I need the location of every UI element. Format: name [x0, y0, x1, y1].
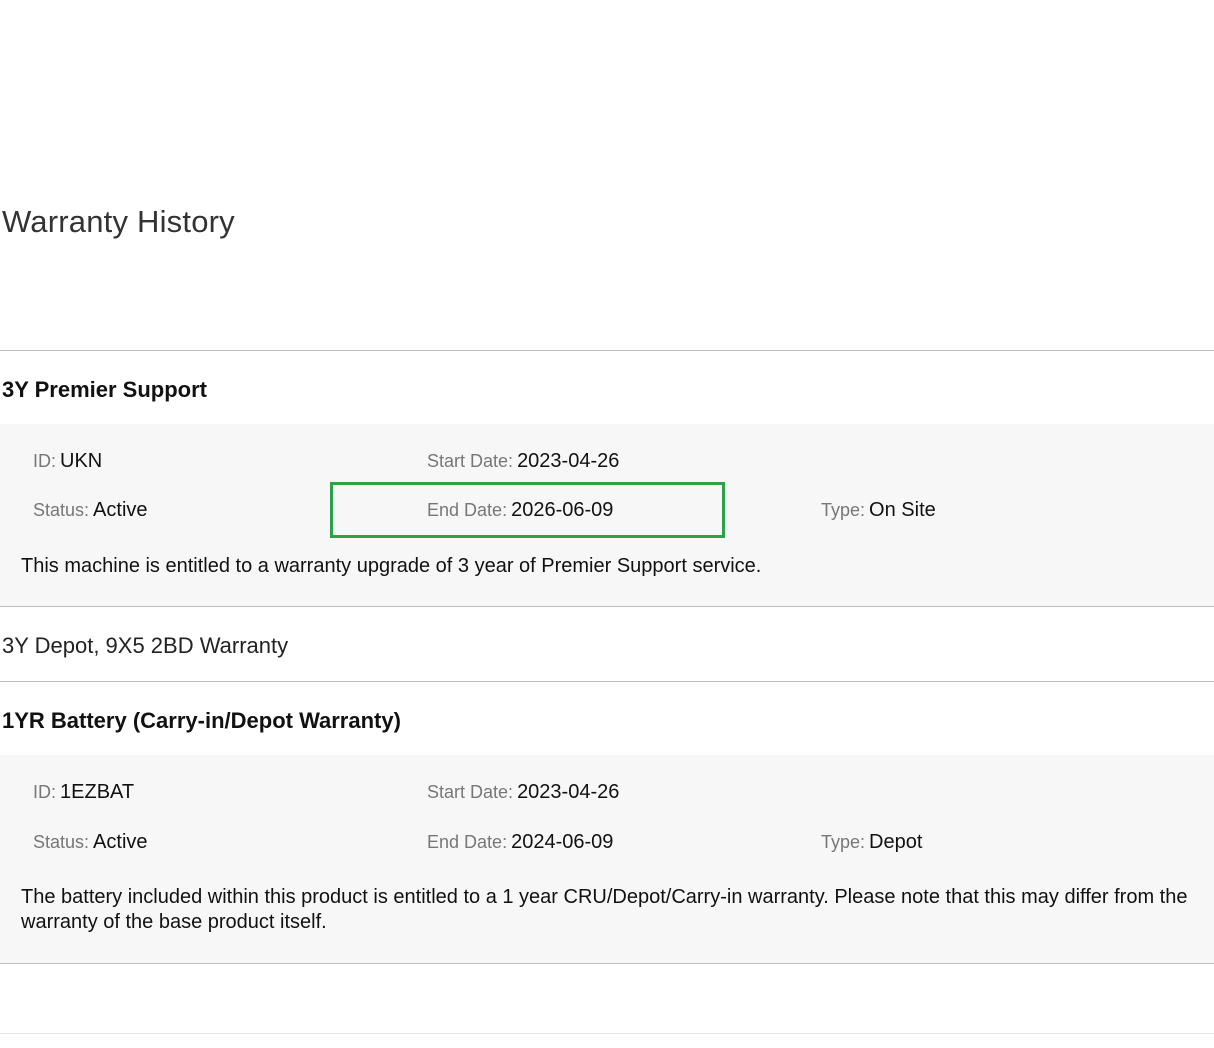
divider [0, 350, 1214, 351]
warranty-end-date-field: End Date: 2024-06-09 [427, 831, 614, 853]
warranty-status-field: Status: Active [33, 831, 148, 853]
warranty-start-date-field: Start Date: 2023-04-26 [427, 781, 620, 803]
divider [0, 681, 1214, 682]
field-label: ID [33, 451, 51, 471]
warranty-title-depot[interactable]: 3Y Depot, 9X5 2BD Warranty [2, 631, 288, 661]
warranty-description: The battery included within this product… [21, 886, 1188, 933]
field-label: End Date [427, 832, 503, 852]
field-value: 1EZBAT [60, 781, 135, 803]
field-value: On Site [869, 499, 936, 521]
field-value: Active [93, 499, 148, 521]
warranty-title-premier-support[interactable]: 3Y Premier Support [2, 375, 207, 405]
field-value: UKN [60, 450, 103, 472]
field-value: 2023-04-26 [517, 450, 620, 472]
warranty-id-field: ID: 1EZBAT [33, 781, 135, 803]
field-label: Status [33, 500, 85, 520]
warranty-start-date-field: Start Date: 2023-04-26 [427, 450, 620, 472]
divider [0, 606, 1214, 607]
warranty-description: This machine is entitled to a warranty u… [21, 555, 762, 577]
warranty-type-field: Type: On Site [821, 499, 936, 521]
field-value: 2024-06-09 [511, 831, 614, 853]
warranty-type-field: Type: Depot [821, 831, 923, 853]
field-label: Type [821, 832, 861, 852]
page-title: Warranty History [2, 204, 235, 239]
field-label: ID [33, 782, 51, 802]
warranty-title-battery[interactable]: 1YR Battery (Carry-in/Depot Warranty) [2, 706, 401, 736]
warranty-status-field: Status: Active [33, 499, 148, 521]
divider [0, 963, 1214, 964]
warranty-id-field: ID: UKN [33, 450, 103, 472]
field-value: 2023-04-26 [517, 781, 620, 803]
field-label: Start Date [427, 782, 509, 802]
field-label: Start Date [427, 451, 509, 471]
field-label: Status [33, 832, 85, 852]
field-value: 2026-06-09 [511, 499, 614, 521]
field-value: Active [93, 831, 148, 853]
field-label: End Date [427, 500, 503, 520]
field-value: Depot [869, 831, 923, 853]
divider [0, 1033, 1214, 1034]
warranty-end-date-field: End Date: 2026-06-09 [427, 499, 614, 521]
field-label: Type [821, 500, 861, 520]
